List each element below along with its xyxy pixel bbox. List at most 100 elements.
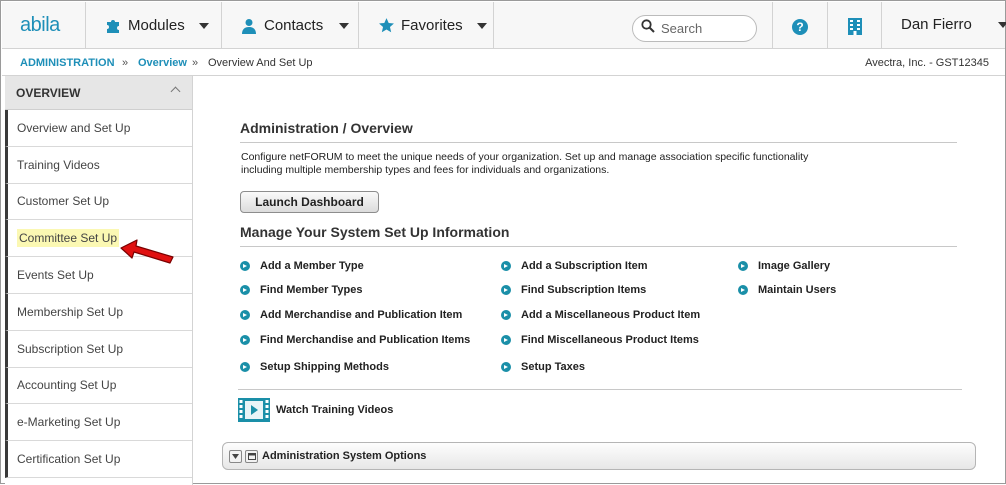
add-subscription-link[interactable]: Add a Subscription Item <box>501 260 648 272</box>
arrow-circle-icon <box>240 362 250 372</box>
sidebar: OVERVIEW Overview and Set Up Training Vi… <box>5 76 193 485</box>
modules-menu[interactable]: Modules <box>104 2 209 49</box>
help-icon[interactable]: ? <box>792 19 808 35</box>
abila-logo[interactable]: abila <box>20 14 60 37</box>
favorites-menu[interactable]: Favorites <box>377 2 487 49</box>
link-label: Add Merchandise and Publication Item <box>260 309 463 321</box>
maintain-users-link[interactable]: Maintain Users <box>738 284 836 296</box>
find-merchandise-link[interactable]: Find Merchandise and Publication Items <box>240 334 470 346</box>
sidebar-item-label: Training Videos <box>17 157 100 172</box>
favorites-label: Favorites <box>401 17 463 34</box>
divider <box>240 142 957 143</box>
watch-training-videos-link[interactable]: Watch Training Videos <box>238 398 393 422</box>
link-label: Find Miscellaneous Product Items <box>521 334 699 346</box>
sidebar-item-emarketing[interactable]: e-Marketing Set Up <box>5 404 192 442</box>
link-label: Setup Shipping Methods <box>260 361 389 373</box>
sidebar-item-subscription[interactable]: Subscription Set Up <box>5 330 192 368</box>
contacts-label: Contacts <box>264 17 324 34</box>
page-description: Configure netFORUM to meet the unique ne… <box>241 151 841 176</box>
arrow-circle-icon <box>240 335 250 345</box>
arrow-circle-icon <box>738 261 748 271</box>
sidebar-item-label: Subscription Set Up <box>17 341 124 356</box>
sidebar-item-label: Membership Set Up <box>17 304 124 319</box>
arrow-circle-icon <box>501 285 511 295</box>
video-film-icon <box>238 398 270 422</box>
sidebar-item-label: Certification Set Up <box>17 452 121 467</box>
training-label: Watch Training Videos <box>276 404 394 416</box>
nav-divider <box>772 2 773 49</box>
arrow-circle-icon <box>240 285 250 295</box>
chevron-down-icon <box>339 22 350 29</box>
breadcrumb-current: Overview And Set Up <box>208 57 313 69</box>
link-label: Maintain Users <box>758 284 837 296</box>
search-input[interactable] <box>661 21 751 36</box>
sidebar-header-label: OVERVIEW <box>16 85 81 100</box>
divider <box>240 246 957 247</box>
sidebar-item-label: Overview and Set Up <box>17 120 131 135</box>
building-icon[interactable] <box>848 18 862 35</box>
arrow-circle-icon <box>501 335 511 345</box>
link-label: Image Gallery <box>758 260 831 272</box>
modules-label: Modules <box>128 17 185 34</box>
link-label: Add a Member Type <box>260 260 364 272</box>
main-content: Administration / Overview Configure netF… <box>193 76 1005 485</box>
breadcrumb-overview[interactable]: Overview <box>138 57 187 69</box>
puzzle-icon <box>104 17 122 35</box>
find-subscription-link[interactable]: Find Subscription Items <box>501 284 646 296</box>
sidebar-item-training-videos[interactable]: Training Videos <box>5 146 192 184</box>
nav-divider <box>221 2 222 49</box>
breadcrumb-separator: » <box>122 57 129 69</box>
sidebar-item-label: Customer Set Up <box>17 194 110 209</box>
chevron-down-icon[interactable] <box>998 22 1006 28</box>
arrow-circle-icon <box>240 261 250 271</box>
sidebar-item-customer[interactable]: Customer Set Up <box>5 183 192 221</box>
user-name[interactable]: Dan Fierro <box>901 16 972 33</box>
sidebar-header[interactable]: OVERVIEW <box>5 76 192 110</box>
find-member-types-link[interactable]: Find Member Types <box>240 284 362 296</box>
contacts-menu[interactable]: Contacts <box>240 2 350 49</box>
image-gallery-link[interactable]: Image Gallery <box>738 260 830 272</box>
add-member-type-link[interactable]: Add a Member Type <box>240 260 364 272</box>
breadcrumb-separator: » <box>192 57 199 69</box>
breadcrumb-administration[interactable]: ADMINISTRATION <box>20 57 115 69</box>
add-misc-product-link[interactable]: Add a Miscellaneous Product Item <box>501 309 700 321</box>
find-misc-product-link[interactable]: Find Miscellaneous Product Items <box>501 334 699 346</box>
person-icon <box>240 17 258 35</box>
window-icon[interactable] <box>245 449 258 463</box>
organization-label: Avectra, Inc. - GST12345 <box>865 57 989 69</box>
sidebar-item-label: Committee Set Up <box>17 229 120 248</box>
search-box[interactable] <box>632 15 757 42</box>
launch-dashboard-button[interactable]: Launch Dashboard <box>240 191 379 213</box>
nav-divider <box>358 2 359 49</box>
red-arrow-icon <box>120 239 174 264</box>
add-merchandise-link[interactable]: Add Merchandise and Publication Item <box>240 309 462 321</box>
app-window: abila Modules Contacts Favorites Search … <box>0 0 1006 485</box>
top-nav: abila Modules Contacts Favorites Search … <box>2 2 1006 49</box>
arrow-circle-icon <box>738 285 748 295</box>
divider <box>238 389 962 390</box>
nav-divider <box>881 2 882 49</box>
search-icon <box>641 19 655 38</box>
system-options-panel[interactable]: Administration System Options <box>222 442 976 470</box>
sidebar-item-overview[interactable]: Overview and Set Up <box>5 110 192 147</box>
section-title: Manage Your System Set Up Information <box>240 224 510 240</box>
arrow-circle-icon <box>501 362 511 372</box>
setup-taxes-link[interactable]: Setup Taxes <box>501 361 585 373</box>
chevron-up-icon[interactable] <box>170 86 181 97</box>
chevron-down-icon <box>198 22 209 29</box>
expand-icon[interactable] <box>229 449 242 463</box>
nav-divider <box>827 2 828 49</box>
chevron-down-icon <box>476 22 487 29</box>
setup-shipping-link[interactable]: Setup Shipping Methods <box>240 361 389 373</box>
sidebar-item-certification[interactable]: Certification Set Up <box>5 441 192 478</box>
nav-divider <box>493 2 494 49</box>
breadcrumb: ADMINISTRATION » Overview » Overview And… <box>2 49 1005 76</box>
sidebar-item-membership[interactable]: Membership Set Up <box>5 293 192 331</box>
link-label: Add a Miscellaneous Product Item <box>521 309 701 321</box>
link-label: Find Merchandise and Publication Items <box>260 334 471 346</box>
sidebar-item-accounting[interactable]: Accounting Set Up <box>5 367 192 405</box>
star-icon <box>377 17 395 35</box>
sidebar-item-label: Accounting Set Up <box>17 378 117 393</box>
system-options-label: Administration System Options <box>262 450 427 462</box>
link-label: Find Member Types <box>260 284 363 296</box>
